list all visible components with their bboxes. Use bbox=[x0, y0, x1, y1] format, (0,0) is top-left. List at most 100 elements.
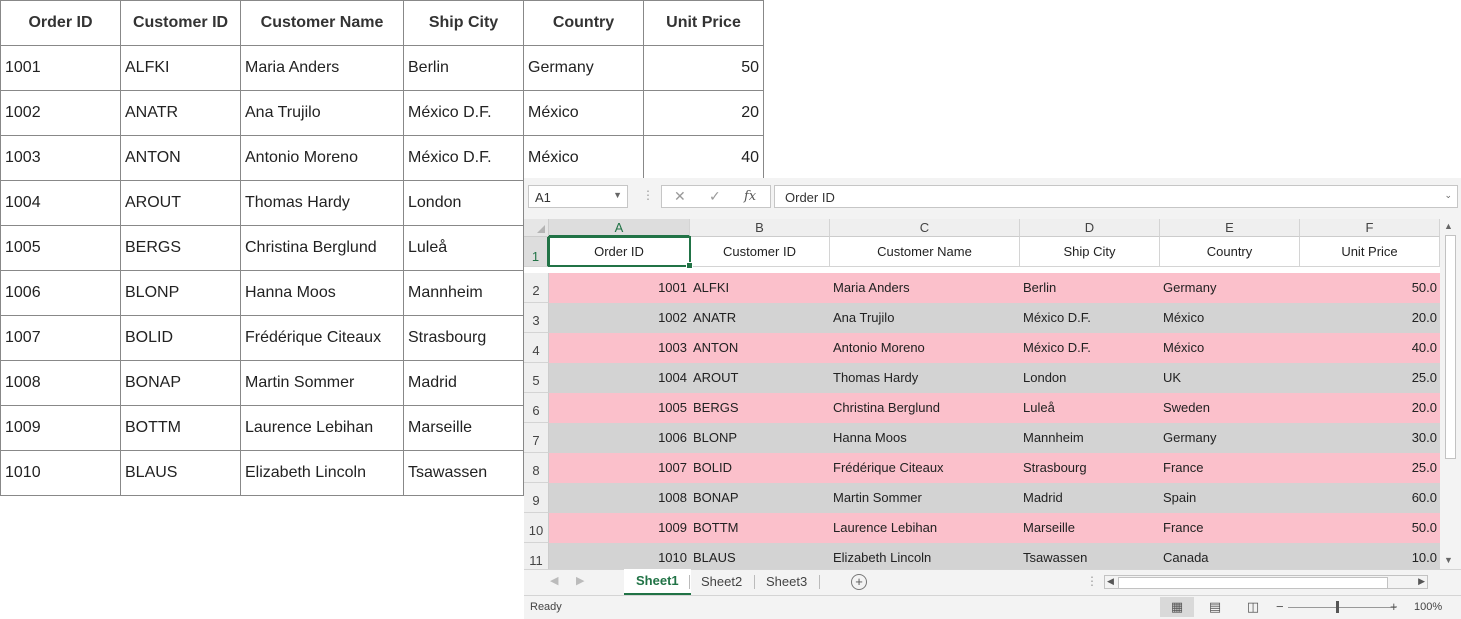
table-cell[interactable]: Berlin bbox=[403, 45, 524, 91]
grid-column-header[interactable]: Customer ID bbox=[120, 0, 241, 46]
row-header-5[interactable]: 5 bbox=[524, 363, 549, 393]
table-row[interactable]: 1006 BLONP Hanna Moos Mannheim Germany 30.0 bbox=[549, 423, 1440, 453]
column-header-d[interactable]: D bbox=[1020, 219, 1160, 237]
row-header-7[interactable]: 7 bbox=[524, 423, 549, 453]
table-cell[interactable]: Frédérique Citeaux bbox=[240, 315, 404, 361]
grid-column-header[interactable]: Order ID bbox=[0, 0, 121, 46]
table-cell[interactable]: México bbox=[1160, 303, 1300, 333]
fx-icon[interactable]: fx bbox=[744, 189, 756, 204]
row-header-10[interactable]: 10 bbox=[524, 513, 549, 543]
table-cell[interactable]: Strasbourg bbox=[1020, 453, 1160, 483]
table-cell[interactable]: 60.0 bbox=[1300, 483, 1440, 513]
scroll-down-icon[interactable]: ▼ bbox=[1444, 555, 1453, 565]
header-cell[interactable]: Customer Name bbox=[830, 237, 1020, 267]
table-row[interactable]: 1003 ANTON Antonio Moreno México D.F. México… bbox=[549, 333, 1440, 363]
table-cell[interactable]: 1002 bbox=[549, 303, 690, 333]
table-cell[interactable]: Maria Anders bbox=[240, 45, 404, 91]
row-header-8[interactable]: 8 bbox=[524, 453, 549, 483]
table-cell[interactable]: Sweden bbox=[1160, 393, 1300, 423]
table-cell[interactable]: BLAUS bbox=[120, 450, 241, 496]
table-cell[interactable]: France bbox=[1160, 453, 1300, 483]
table-cell[interactable]: 1009 bbox=[549, 513, 690, 543]
table-cell[interactable]: Tsawassen bbox=[1020, 543, 1160, 569]
table-cell[interactable]: Germany bbox=[1160, 423, 1300, 453]
table-cell[interactable]: Hanna Moos bbox=[830, 423, 1020, 453]
prev-sheet-icon[interactable]: ◀ bbox=[550, 574, 558, 587]
table-cell[interactable]: BERGS bbox=[120, 225, 241, 271]
column-header-a[interactable]: A bbox=[549, 219, 690, 237]
table-cell[interactable]: 1006 bbox=[549, 423, 690, 453]
table-cell[interactable]: Laurence Lebihan bbox=[830, 513, 1020, 543]
table-cell[interactable]: 1002 bbox=[0, 90, 121, 136]
column-header-c[interactable]: C bbox=[830, 219, 1020, 237]
grid-column-header[interactable]: Customer Name bbox=[240, 0, 404, 46]
vertical-scrollbar[interactable]: ▲ ▼ bbox=[1442, 219, 1458, 569]
table-cell[interactable]: BOLID bbox=[690, 453, 830, 483]
sheet-tab-sheet1[interactable]: Sheet1 bbox=[624, 569, 691, 596]
row-header-1[interactable]: 1 bbox=[524, 237, 549, 267]
table-cell[interactable]: BLONP bbox=[120, 270, 241, 316]
table-cell[interactable]: BOTTM bbox=[690, 513, 830, 543]
table-cell[interactable]: 20.0 bbox=[1300, 393, 1440, 423]
add-sheet-icon[interactable]: + bbox=[851, 574, 867, 590]
table-cell[interactable]: 1009 bbox=[0, 405, 121, 451]
table-row[interactable]: 1001 ALFKI Maria Anders Berlin Germany 50.0 bbox=[549, 273, 1440, 303]
table-cell[interactable]: México D.F. bbox=[1020, 303, 1160, 333]
header-row[interactable]: Order ID Customer ID Customer Name Ship Cit… bbox=[549, 237, 1440, 267]
table-cell[interactable]: 1010 bbox=[549, 543, 690, 569]
table-cell[interactable]: AROUT bbox=[690, 363, 830, 393]
drag-handle-icon[interactable]: ⋮ bbox=[642, 188, 654, 202]
table-row[interactable]: 1009 BOTTM Laurence Lebihan Marseille France… bbox=[549, 513, 1440, 543]
table-row[interactable]: 1002 ANATR Ana Trujilo México D.F. México 20 bbox=[0, 90, 764, 136]
table-cell[interactable]: México D.F. bbox=[403, 90, 524, 136]
table-cell[interactable]: 1005 bbox=[549, 393, 690, 423]
table-cell[interactable]: 50.0 bbox=[1300, 513, 1440, 543]
table-cell[interactable]: 30.0 bbox=[1300, 423, 1440, 453]
zoom-out-icon[interactable]: − bbox=[1276, 599, 1284, 614]
header-cell[interactable]: Customer ID bbox=[690, 237, 830, 267]
zoom-level[interactable]: 100% bbox=[1414, 601, 1442, 613]
header-cell[interactable]: Order ID bbox=[549, 237, 690, 267]
table-cell[interactable]: BERGS bbox=[690, 393, 830, 423]
table-cell[interactable]: ANATR bbox=[120, 90, 241, 136]
table-cell[interactable]: Thomas Hardy bbox=[830, 363, 1020, 393]
table-row[interactable]: 1008 BONAP Martin Sommer Madrid Spain 60.0 bbox=[549, 483, 1440, 513]
grid-column-header[interactable]: Ship City bbox=[403, 0, 524, 46]
page-break-view-icon[interactable]: ◫ bbox=[1236, 597, 1270, 617]
row-header-2[interactable]: 2 bbox=[524, 273, 549, 303]
table-cell[interactable]: 1003 bbox=[549, 333, 690, 363]
next-sheet-icon[interactable]: ▶ bbox=[576, 574, 584, 587]
zoom-in-icon[interactable]: + bbox=[1390, 599, 1398, 614]
page-layout-view-icon[interactable]: ▤ bbox=[1198, 597, 1232, 617]
table-cell[interactable]: 25.0 bbox=[1300, 453, 1440, 483]
table-cell[interactable]: Germany bbox=[1160, 273, 1300, 303]
column-header-f[interactable]: F bbox=[1300, 219, 1440, 237]
table-cell[interactable]: Hanna Moos bbox=[240, 270, 404, 316]
table-cell[interactable]: México D.F. bbox=[403, 135, 524, 181]
table-cell[interactable]: ANTON bbox=[690, 333, 830, 363]
zoom-slider-knob[interactable] bbox=[1336, 601, 1339, 613]
table-cell[interactable]: Christina Berglund bbox=[240, 225, 404, 271]
formula-input[interactable]: Order ID ⌄ bbox=[774, 185, 1458, 208]
chevron-down-icon[interactable]: ⌄ bbox=[1444, 190, 1452, 201]
table-cell[interactable]: BONAP bbox=[120, 360, 241, 406]
table-cell[interactable]: 40.0 bbox=[1300, 333, 1440, 363]
table-cell[interactable]: Berlin bbox=[1020, 273, 1160, 303]
table-cell[interactable]: 1010 bbox=[0, 450, 121, 496]
table-cell[interactable]: 40 bbox=[643, 135, 764, 181]
table-cell[interactable]: 25.0 bbox=[1300, 363, 1440, 393]
table-row[interactable]: 1005 BERGS Christina Berglund Luleå Sweden 20… bbox=[549, 393, 1440, 423]
table-cell[interactable]: BONAP bbox=[690, 483, 830, 513]
table-cell[interactable]: Spain bbox=[1160, 483, 1300, 513]
table-cell[interactable]: Thomas Hardy bbox=[240, 180, 404, 226]
table-cell[interactable]: 50 bbox=[643, 45, 764, 91]
header-cell[interactable]: Country bbox=[1160, 237, 1300, 267]
table-cell[interactable]: 1001 bbox=[0, 45, 121, 91]
table-cell[interactable]: Martin Sommer bbox=[830, 483, 1020, 513]
row-header-9[interactable]: 9 bbox=[524, 483, 549, 513]
table-cell[interactable]: London bbox=[1020, 363, 1160, 393]
table-cell[interactable]: México bbox=[523, 90, 644, 136]
vertical-scroll-thumb[interactable] bbox=[1445, 235, 1456, 459]
table-cell[interactable]: 1008 bbox=[549, 483, 690, 513]
table-cell[interactable]: México D.F. bbox=[1020, 333, 1160, 363]
